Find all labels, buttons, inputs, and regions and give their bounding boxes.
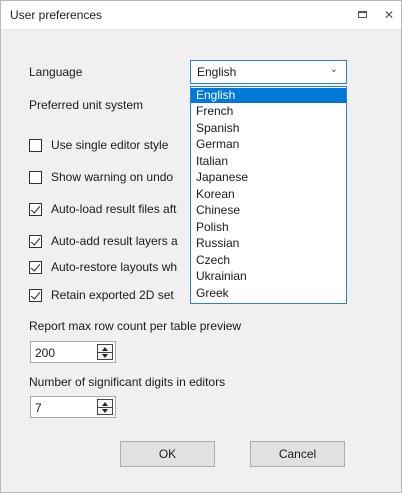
checkbox-label: Auto-load result files aft [51, 202, 177, 216]
language-label: Language [29, 65, 83, 79]
language-option-italian[interactable]: Italian [191, 154, 346, 169]
checkbox-single-editor-style[interactable] [29, 139, 42, 152]
row-count-value: 200 [35, 346, 56, 360]
language-option-polish[interactable]: Polish [191, 220, 346, 235]
cancel-button[interactable]: Cancel [250, 441, 345, 467]
sig-digits-value: 7 [35, 401, 42, 415]
title-bar: User preferences ✕ [1, 1, 401, 30]
checkbox-label: Auto-add result layers a [51, 234, 178, 248]
checkbox-auto-restore-layouts[interactable] [29, 261, 42, 274]
checkbox-label: Show warning on undo [51, 170, 174, 184]
maximize-icon[interactable] [356, 8, 370, 22]
checkbox-auto-add-layers[interactable] [29, 235, 42, 248]
language-option-korean[interactable]: Korean [191, 187, 346, 202]
checkbox-auto-load-results[interactable] [29, 203, 42, 216]
language-option-czech[interactable]: Czech [191, 253, 346, 268]
row-count-label: Report max row count per table preview [29, 319, 242, 333]
chevron-down-icon: ⌄ [329, 64, 338, 75]
sig-digits-stepper[interactable]: 7 [30, 396, 116, 418]
language-dropdown-list: English French Spanish German Italian Ja… [190, 86, 347, 304]
language-select[interactable]: English ⌄ [190, 60, 347, 84]
ok-button[interactable]: OK [120, 441, 215, 467]
language-option-russian[interactable]: Russian [191, 236, 346, 251]
dialog-title: User preferences [10, 8, 103, 22]
sig-digits-label: Number of significant digits in editors [29, 375, 226, 389]
row-count-stepper[interactable]: 200 [30, 341, 116, 363]
language-option-french[interactable]: French [191, 104, 346, 119]
checkbox-label: Retain exported 2D set [51, 288, 174, 302]
checkbox-retain-exported[interactable] [29, 289, 42, 302]
language-selected-value: English [197, 65, 237, 79]
checkbox-label: Auto-restore layouts wh [51, 260, 178, 274]
language-option-german[interactable]: German [191, 137, 346, 152]
checkbox-label: Use single editor style [51, 138, 169, 152]
language-option-japanese[interactable]: Japanese [191, 170, 346, 185]
preferences-dialog: User preferences ✕ Language English ⌄ Pr… [0, 0, 402, 493]
close-icon[interactable]: ✕ [382, 8, 396, 22]
checkbox-show-warning-undo[interactable] [29, 171, 42, 184]
language-option-greek[interactable]: Greek [191, 286, 346, 301]
language-option-ukrainian[interactable]: Ukrainian [191, 269, 346, 284]
spin-arrows-icon[interactable] [97, 399, 113, 415]
language-option-spanish[interactable]: Spanish [191, 121, 346, 136]
language-option-english[interactable]: English [191, 88, 346, 103]
unit-system-label: Preferred unit system [29, 98, 144, 112]
language-option-chinese[interactable]: Chinese [191, 203, 346, 218]
spin-arrows-icon[interactable] [97, 344, 113, 360]
